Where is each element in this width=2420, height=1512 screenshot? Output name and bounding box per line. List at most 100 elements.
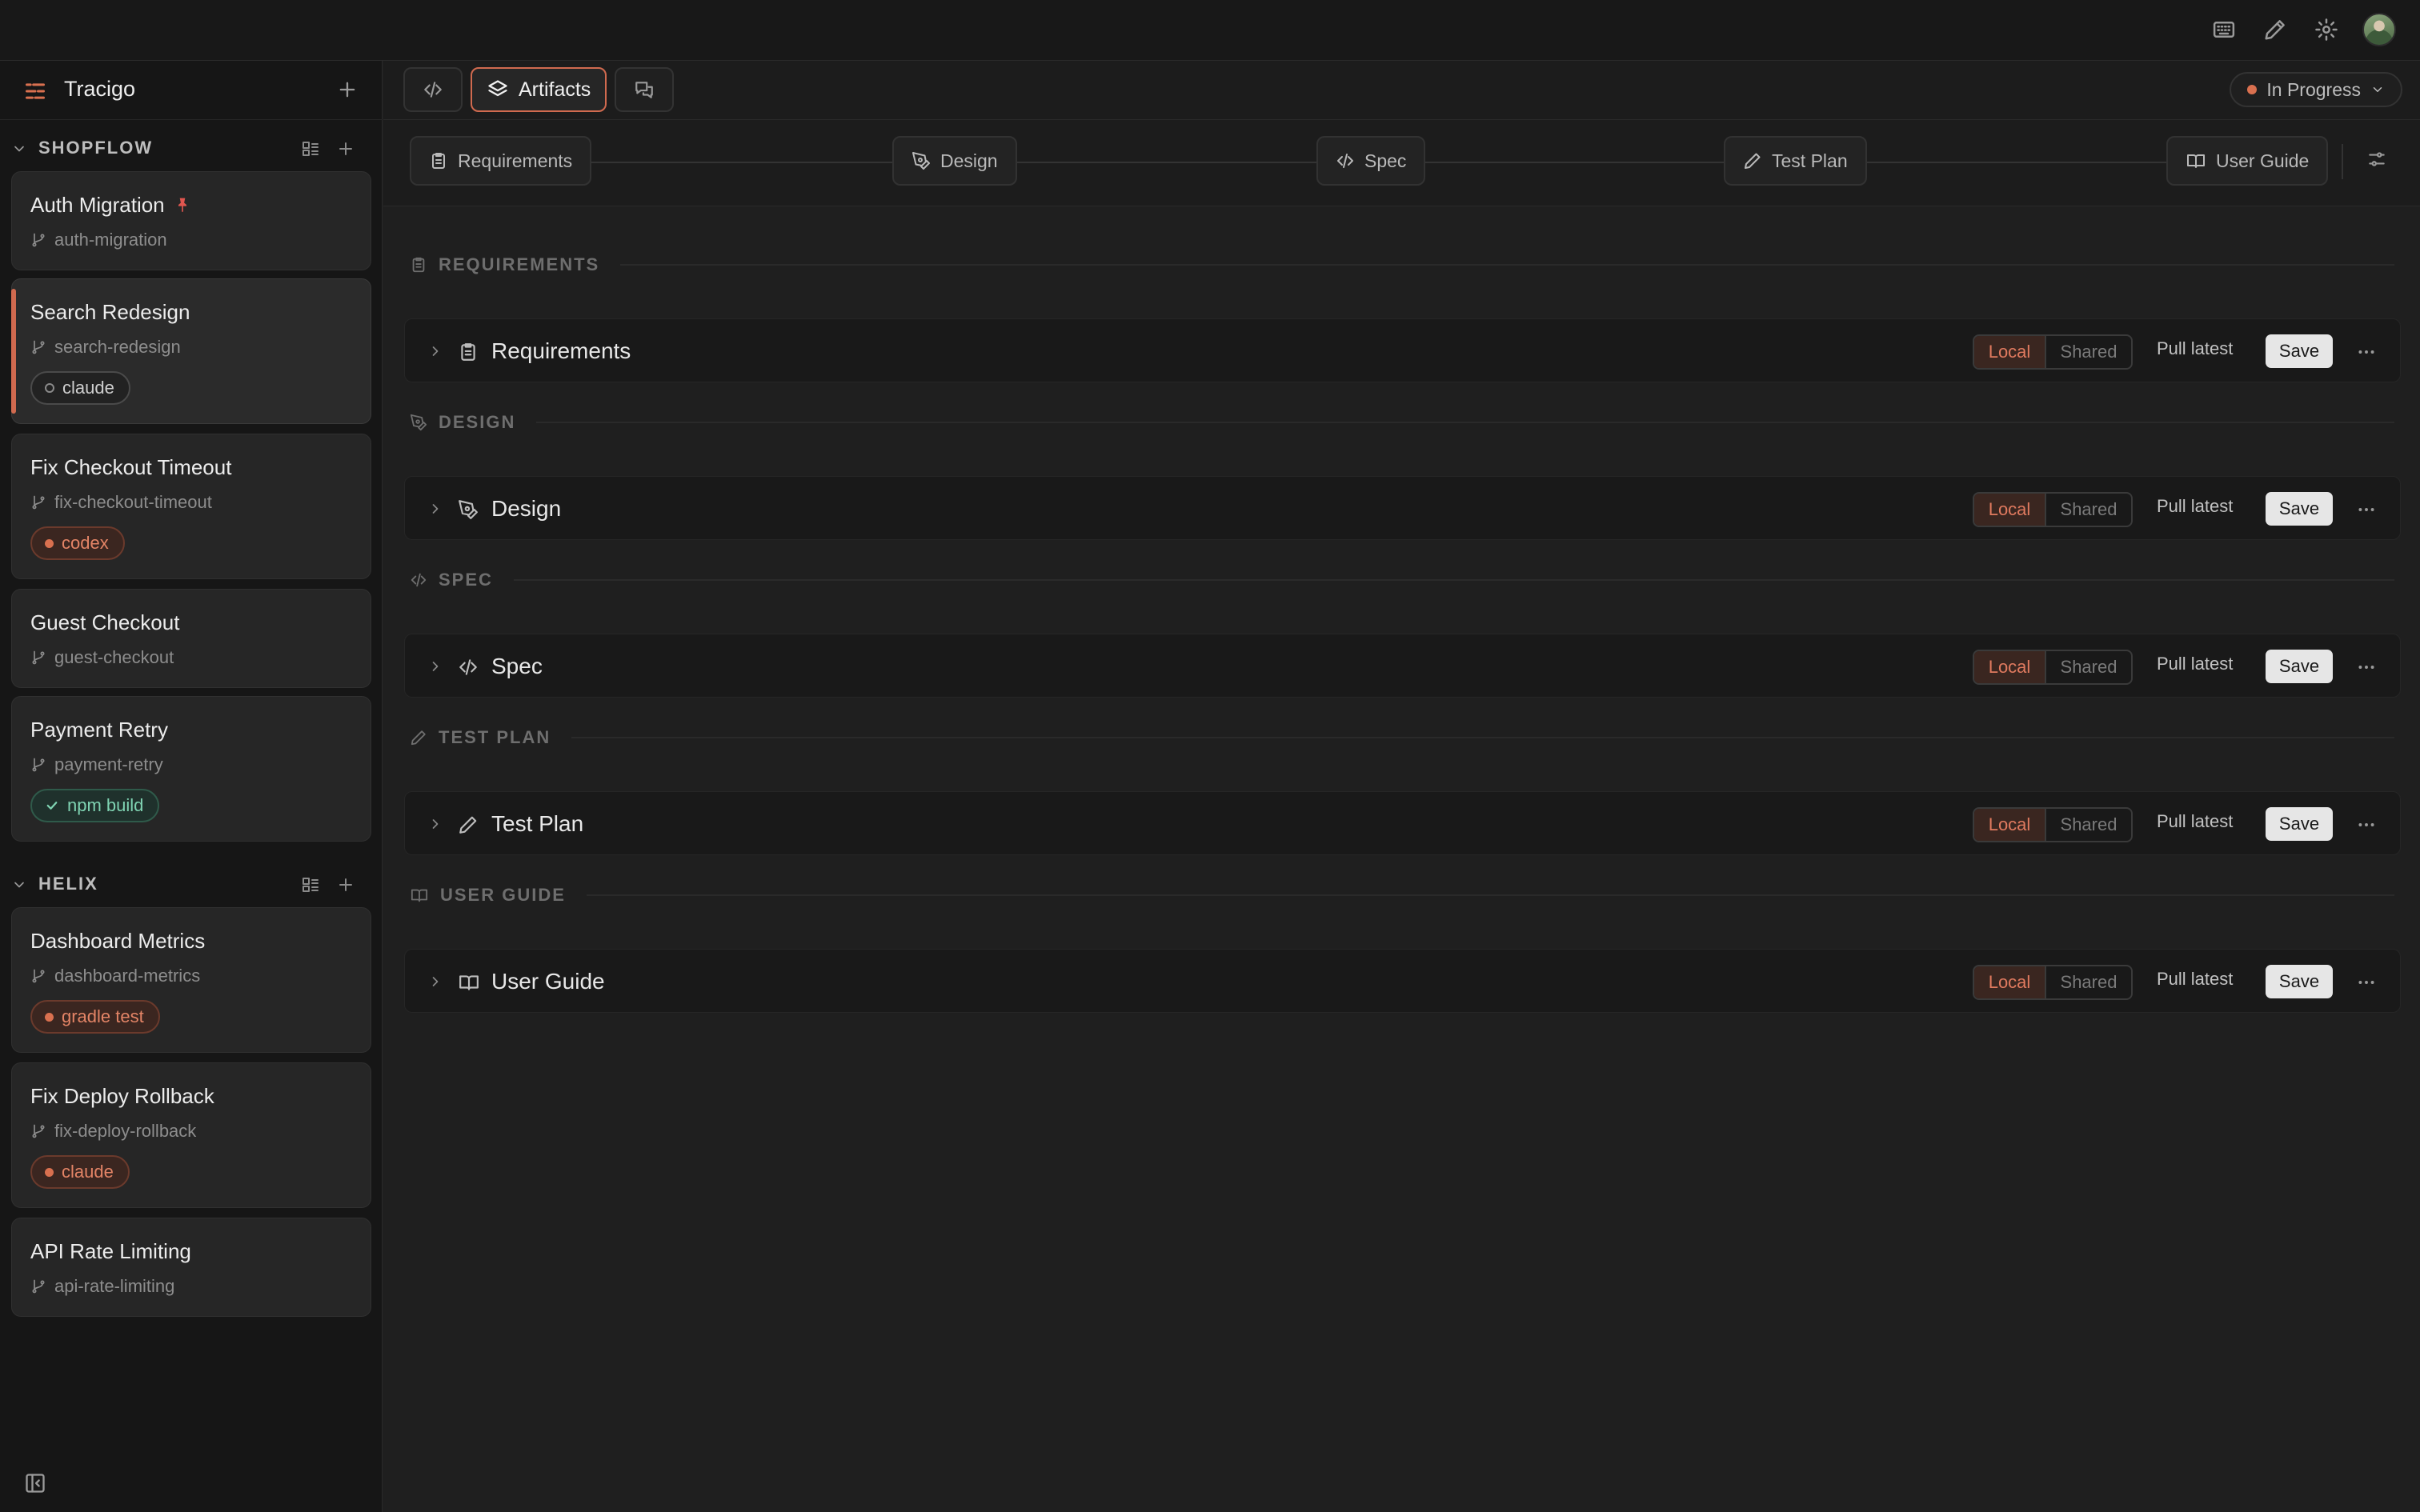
task-card-search-redesign[interactable]: Search Redesign search-redesign claude [11, 278, 371, 424]
group-header-helix[interactable]: HELIX [0, 869, 383, 901]
task-card-fix-deploy-rollback[interactable]: Fix Deploy Rollback fix-deploy-rollback … [11, 1062, 371, 1208]
branch-name: dashboard-metrics [54, 966, 201, 986]
section-header-spec: SPEC [410, 564, 2394, 596]
artifact-title: Test Plan [491, 811, 584, 836]
chevron-right-icon[interactable] [427, 343, 443, 359]
pull-latest-button[interactable]: Pull latest [2157, 969, 2233, 990]
step-test-plan[interactable]: Test Plan [1724, 136, 1867, 186]
step-design[interactable]: Design [892, 136, 1017, 186]
group-name: HELIX [38, 874, 98, 894]
build-badge: gradle test [30, 1000, 160, 1034]
local-shared-toggle: Local Shared [1973, 492, 2133, 527]
divider [513, 579, 2394, 581]
artifact-row-requirements[interactable]: Requirements Local Shared Pull latest Sa… [404, 318, 2401, 382]
status-dropdown[interactable]: In Progress [2230, 72, 2402, 107]
save-button[interactable]: Save [2266, 650, 2333, 683]
main-header: Artifacts In Progress [383, 61, 2420, 120]
tab-chat[interactable] [615, 67, 674, 112]
branch-label: fix-deploy-rollback [30, 1121, 196, 1142]
task-card-guest-checkout[interactable]: Guest Checkout guest-checkout [11, 589, 371, 688]
chat-icon [635, 82, 653, 98]
local-option[interactable]: Local [1974, 336, 2045, 368]
add-project-icon[interactable] [336, 78, 359, 101]
chevron-right-icon[interactable] [427, 816, 443, 832]
more-options-icon[interactable] [2356, 657, 2377, 678]
local-option[interactable]: Local [1974, 809, 2045, 841]
task-card-api-rate-limiting[interactable]: API Rate Limiting api-rate-limiting [11, 1218, 371, 1317]
gear-icon[interactable] [2311, 14, 2342, 45]
local-shared-toggle: Local Shared [1973, 807, 2133, 842]
task-card-fix-checkout-timeout[interactable]: Fix Checkout Timeout fix-checkout-timeou… [11, 434, 371, 579]
pen-tool-icon [458, 499, 479, 520]
pull-latest-button[interactable]: Pull latest [2157, 654, 2233, 674]
branch-label: api-rate-limiting [30, 1276, 174, 1297]
divider [586, 894, 2394, 896]
more-options-icon[interactable] [2356, 342, 2377, 362]
step-label: Spec [1364, 150, 1407, 171]
sidebar-header: Tracigo [0, 61, 383, 120]
artifact-row-spec[interactable]: Spec Local Shared Pull latest Save [404, 634, 2401, 698]
local-option[interactable]: Local [1974, 966, 2045, 998]
save-button[interactable]: Save [2266, 965, 2333, 998]
shared-option[interactable]: Shared [2045, 966, 2131, 998]
tab-label: Artifacts [519, 78, 591, 101]
task-card-dashboard-metrics[interactable]: Dashboard Metrics dashboard-metrics grad… [11, 907, 371, 1053]
more-options-icon[interactable] [2356, 814, 2377, 835]
branch-name: payment-retry [54, 754, 163, 774]
chevron-down-icon[interactable] [11, 141, 27, 157]
active-indicator [11, 289, 16, 414]
app-logo-icon [24, 80, 46, 102]
top-bar [0, 0, 2420, 61]
add-task-icon[interactable] [336, 139, 355, 158]
pen-icon[interactable] [2260, 14, 2290, 45]
kanban-icon[interactable] [301, 875, 320, 894]
step-requirements[interactable]: Requirements [410, 136, 592, 186]
artifact-row-test-plan[interactable]: Test Plan Local Shared Pull latest Save [404, 791, 2401, 855]
shared-option[interactable]: Shared [2045, 336, 2131, 368]
step-label: User Guide [2216, 150, 2310, 171]
badge-label: codex [62, 533, 109, 553]
pull-latest-button[interactable]: Pull latest [2157, 496, 2233, 517]
shared-option[interactable]: Shared [2045, 494, 2131, 526]
local-option[interactable]: Local [1974, 494, 2045, 526]
pull-latest-button[interactable]: Pull latest [2157, 811, 2233, 832]
add-task-icon[interactable] [336, 875, 355, 894]
chevron-right-icon[interactable] [427, 974, 443, 990]
keyboard-icon[interactable] [2209, 14, 2239, 45]
shared-option[interactable]: Shared [2045, 651, 2131, 683]
save-button[interactable]: Save [2266, 334, 2333, 368]
task-title: Guest Checkout [30, 610, 180, 634]
step-user-guide[interactable]: User Guide [2166, 136, 2329, 186]
artifact-row-design[interactable]: Design Local Shared Pull latest Save [404, 476, 2401, 540]
task-card-auth-migration[interactable]: Auth Migration auth-migration [11, 171, 371, 270]
section-title: TEST PLAN [439, 727, 551, 747]
chevron-right-icon[interactable] [427, 658, 443, 674]
save-button[interactable]: Save [2266, 807, 2333, 841]
local-option[interactable]: Local [1974, 651, 2045, 683]
artifact-row-user-guide[interactable]: User Guide Local Shared Pull latest Save [404, 949, 2401, 1013]
step-spec[interactable]: Spec [1316, 136, 1426, 186]
group-header-shopflow[interactable]: SHOPFLOW [0, 133, 383, 165]
avatar[interactable] [2362, 13, 2396, 46]
status-dot [45, 1167, 54, 1177]
more-options-icon[interactable] [2356, 499, 2377, 520]
agent-badge: claude [30, 1155, 130, 1189]
more-options-icon[interactable] [2356, 972, 2377, 993]
chevron-down-icon[interactable] [11, 877, 27, 893]
pin-icon[interactable] [174, 196, 190, 214]
divider [536, 422, 2394, 423]
pull-latest-button[interactable]: Pull latest [2157, 338, 2233, 359]
task-card-payment-retry[interactable]: Payment Retry payment-retry npm build [11, 696, 371, 842]
kanban-icon[interactable] [301, 139, 320, 158]
group-name: SHOPFLOW [38, 138, 154, 158]
tab-artifacts[interactable]: Artifacts [471, 67, 607, 112]
chevron-right-icon[interactable] [427, 501, 443, 517]
branch-name: guest-checkout [54, 647, 174, 667]
local-shared-toggle: Local Shared [1973, 965, 2133, 1000]
filter-settings-icon[interactable] [2366, 149, 2387, 170]
tab-code[interactable] [403, 67, 463, 112]
save-button[interactable]: Save [2266, 492, 2333, 526]
shared-option[interactable]: Shared [2045, 809, 2131, 841]
git-branch-icon [32, 1124, 45, 1138]
collapse-sidebar-icon[interactable] [24, 1472, 46, 1494]
